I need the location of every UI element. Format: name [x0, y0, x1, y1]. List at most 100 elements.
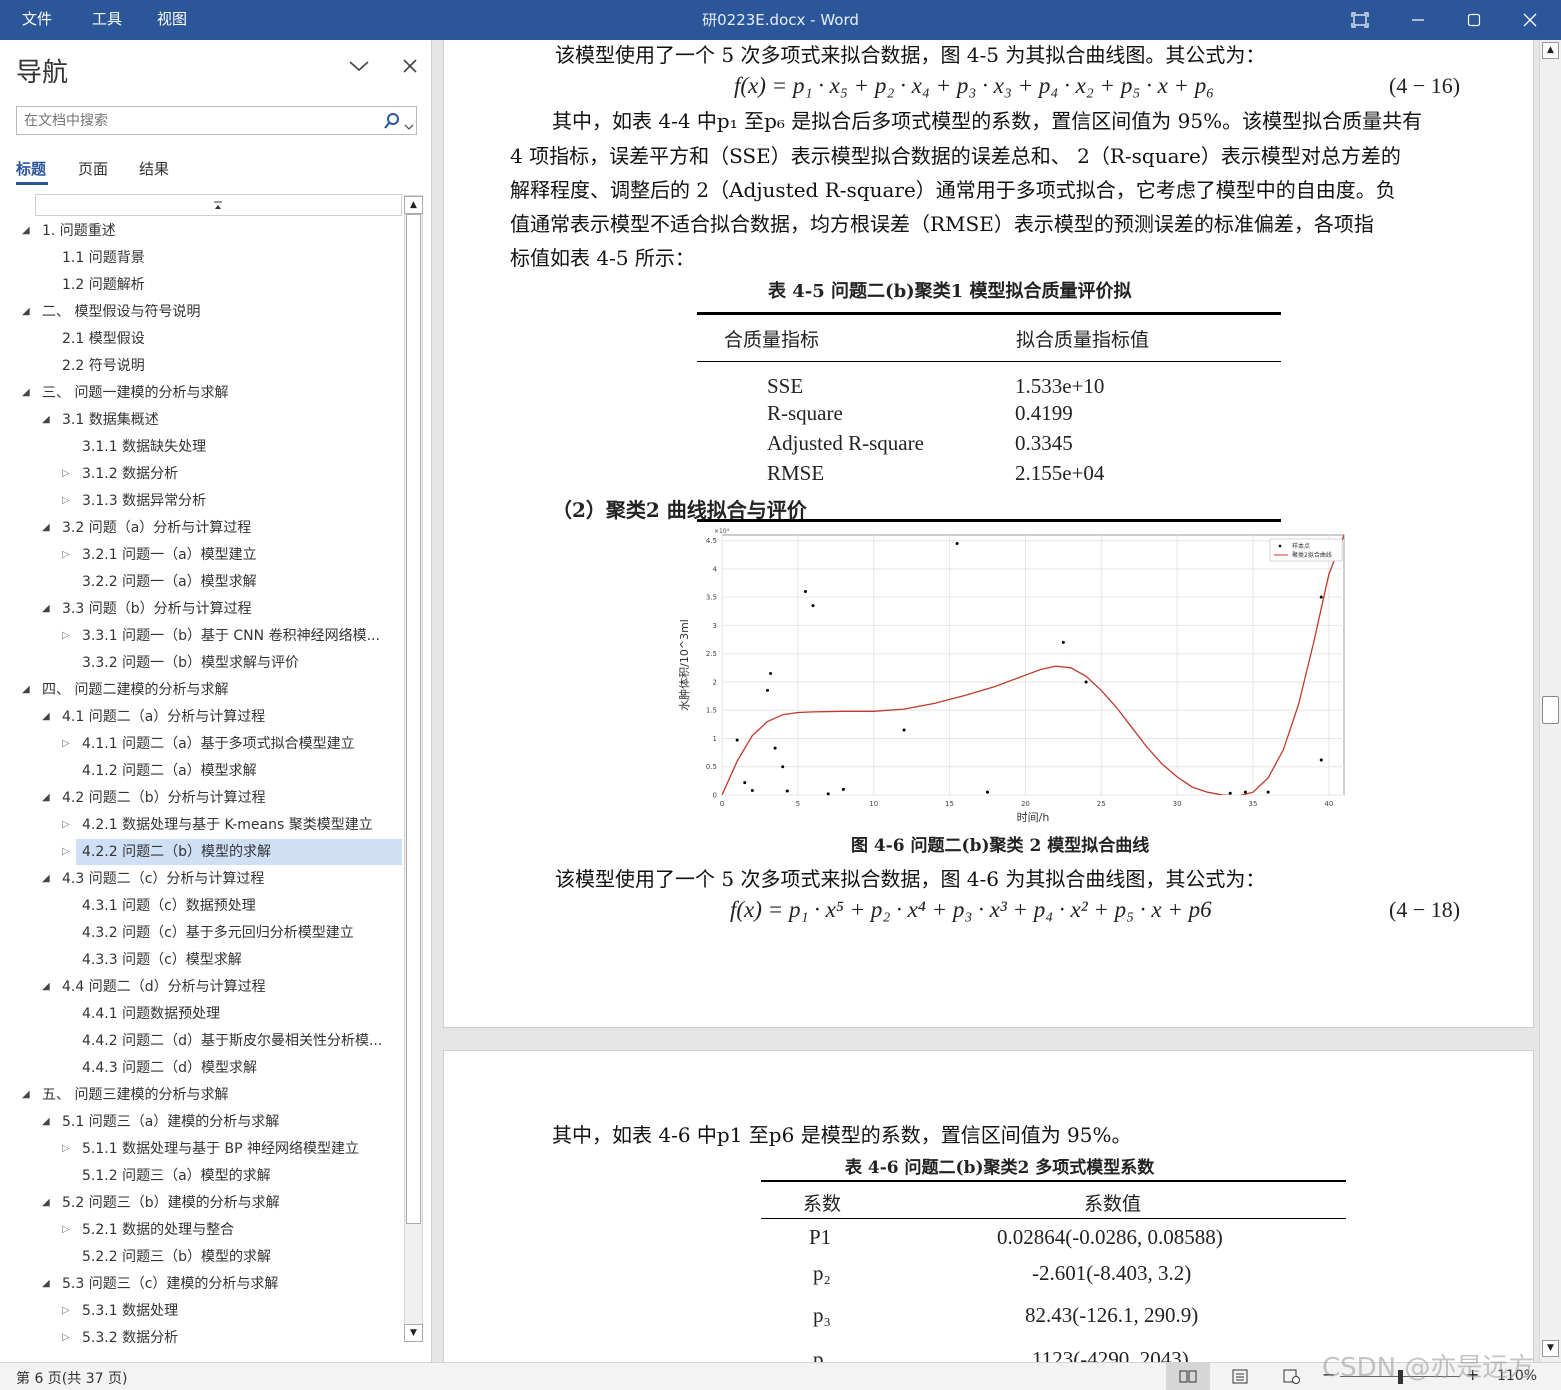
nav-heading-item[interactable]: 4.4.3 问题二（d）模型求解 [82, 1055, 398, 1081]
nav-heading-item[interactable]: 1.2 问题解析 [62, 272, 398, 298]
nav-options-button[interactable] [348, 58, 370, 77]
fullscreen-button[interactable] [1340, 0, 1380, 40]
nav-heading-item[interactable]: 4.4.2 问题二（d）基于斯皮尔曼相关性分析模... [82, 1028, 398, 1054]
expanded-triangle-icon[interactable]: ◢ [42, 1109, 50, 1135]
collapsed-triangle-icon[interactable]: ▷ [62, 623, 70, 649]
nav-heading-item[interactable]: 二、 模型假设与符号说明 [42, 299, 398, 325]
nav-heading-item[interactable]: 4.2.1 数据处理与基于 K-means 聚类模型建立 [82, 812, 398, 838]
nav-heading-item[interactable]: 4.4 问题二（d）分析与计算过程 [62, 974, 398, 1000]
nav-heading-item[interactable]: 3.2.1 问题一（a）模型建立 [82, 542, 398, 568]
close-window-button[interactable] [1510, 0, 1550, 40]
expanded-triangle-icon[interactable]: ◢ [22, 677, 30, 703]
menu-tools[interactable]: 工具 [92, 0, 122, 40]
nav-heading-item[interactable]: 4.4.1 问题数据预处理 [82, 1001, 398, 1027]
nav-heading-item[interactable]: 三、 问题一建模的分析与求解 [42, 380, 398, 406]
search-dropdown-icon[interactable] [404, 116, 414, 135]
nav-close-button[interactable] [402, 58, 418, 78]
nav-heading-item[interactable]: 4.1.2 问题二（a）模型求解 [82, 758, 398, 784]
paragraph-cluster-2[interactable]: 该模型使用了一个 5 次多项式来拟合数据，图 4-6 为其拟合曲线图，其公式为： [555, 863, 1265, 892]
paragraph-intro[interactable]: 该模型使用了一个 5 次多项式来拟合数据，图 4-5 为其拟合曲线图。其公式为： [555, 40, 1265, 68]
collapsed-triangle-icon[interactable]: ▷ [62, 542, 70, 568]
collapsed-triangle-icon[interactable]: ▷ [62, 731, 70, 757]
expanded-triangle-icon[interactable]: ◢ [42, 407, 50, 433]
nav-heading-item[interactable]: 3.3.1 问题一（b）基于 CNN 卷积神经网络模... [82, 623, 398, 649]
paragraph-table-4-6-intro[interactable]: 其中，如表 4-6 中p1 至p6 是模型的系数，置信区间值为 95%。 [552, 1119, 1132, 1148]
expanded-triangle-icon[interactable]: ◢ [42, 866, 50, 892]
menu-file[interactable]: 文件 [22, 0, 52, 40]
paragraph-line-3[interactable]: 解释程度、调整后的 2（Adjusted R-square）通常用于多项式拟合，… [510, 174, 1396, 203]
nav-heading-item[interactable]: 5.1 问题三（a）建模的分析与求解 [62, 1109, 398, 1135]
menu-view[interactable]: 视图 [157, 0, 187, 40]
document-scrollbar[interactable]: ▲ ▼ [1539, 40, 1561, 1362]
paragraph-line-5[interactable]: 标值如表 4-5 所示： [510, 242, 695, 271]
nav-heading-item[interactable]: 5.1.1 数据处理与基于 BP 神经网络模型建立 [82, 1136, 398, 1162]
collapsed-triangle-icon[interactable]: ▷ [62, 812, 70, 838]
read-mode-button[interactable] [1166, 1363, 1210, 1390]
nav-heading-item[interactable]: 3.1.2 数据分析 [82, 461, 398, 487]
collapsed-triangle-icon[interactable]: ▷ [62, 1136, 70, 1162]
nav-heading-item[interactable]: 2.1 模型假设 [62, 326, 398, 352]
search-input[interactable] [17, 107, 367, 134]
nav-heading-item[interactable]: 4.2.2 问题二（b）模型的求解 [76, 839, 402, 865]
collapsed-triangle-icon[interactable]: ▷ [62, 461, 70, 487]
nav-heading-item[interactable]: 5.3 问题三（c）建模的分析与求解 [62, 1271, 398, 1297]
nav-heading-item[interactable]: 4.3.1 问题（c）数据预处理 [82, 893, 398, 919]
tab-headings[interactable]: 标题 [16, 158, 46, 179]
expanded-triangle-icon[interactable]: ◢ [22, 299, 30, 325]
collapsed-triangle-icon[interactable]: ▷ [62, 839, 70, 865]
paragraph-line-4[interactable]: 值通常表示模型不适合拟合数据，均方根误差（RMSE）表示模型的预测误差的标准偏差… [510, 208, 1374, 237]
nav-heading-item[interactable]: 3.3.2 问题一（b）模型求解与评价 [82, 650, 398, 676]
nav-heading-item[interactable]: 4.3 问题二（c）分析与计算过程 [62, 866, 398, 892]
collapsed-triangle-icon[interactable]: ▷ [62, 1298, 70, 1324]
tab-results[interactable]: 结果 [139, 158, 169, 179]
paragraph-line-2[interactable]: 4 项指标，误差平方和（SSE）表示模型拟合数据的误差总和、 2（R-squar… [510, 140, 1401, 169]
nav-heading-item[interactable]: 四、 问题二建模的分析与求解 [42, 677, 398, 703]
nav-scroll-thumb[interactable] [406, 214, 421, 1224]
minimize-button[interactable] [1398, 0, 1438, 40]
nav-heading-item[interactable]: 3.2.2 问题一（a）模型求解 [82, 569, 398, 595]
paragraph-line-1[interactable]: 其中，如表 4-4 中p₁ 至p₆ 是拟合后多项式模型的系数，置信区间值为 95… [552, 105, 1422, 134]
collapsed-triangle-icon[interactable]: ▷ [62, 1325, 70, 1351]
expanded-triangle-icon[interactable]: ◢ [42, 1271, 50, 1297]
equation-4-18[interactable]: f(x) = p₁ · x⁵ + p₂ · x⁴ + p₃ · x³ + p₄ … [730, 897, 1212, 923]
expanded-triangle-icon[interactable]: ◢ [42, 1190, 50, 1216]
web-layout-button[interactable] [1270, 1363, 1314, 1390]
nav-heading-item[interactable]: 4.1 问题二（a）分析与计算过程 [62, 704, 398, 730]
nav-heading-item[interactable]: 3.1.1 数据缺失处理 [82, 434, 398, 460]
nav-heading-item[interactable]: 5.2.1 数据的处理与整合 [82, 1217, 398, 1243]
nav-scroll-up-button[interactable]: ▲ [404, 196, 423, 214]
collapsed-triangle-icon[interactable]: ▷ [62, 488, 70, 514]
nav-heading-item[interactable]: 1. 问题重述 [42, 218, 398, 244]
collapsed-triangle-icon[interactable]: ▷ [62, 1217, 70, 1243]
nav-heading-item[interactable]: 3.2 问题（a）分析与计算过程 [62, 515, 398, 541]
nav-heading-item[interactable]: 4.3.3 问题（c）模型求解 [82, 947, 398, 973]
equation-4-16[interactable]: f(x) = p₁ · x₅ + p₂ · x₄ + p₃ · x₃ + p₄ … [734, 73, 1214, 99]
fit-curve-chart[interactable]: 0 5 10 15 20 25 30 35 40 0 0.5 1 1.5 2 2.5 3 3.5 4 4.5 ×10⁴… [674, 525, 1348, 825]
collapse-all-button[interactable] [35, 194, 402, 216]
expanded-triangle-icon[interactable]: ◢ [22, 218, 30, 244]
nav-heading-item[interactable]: 4.2 问题二（b）分析与计算过程 [62, 785, 398, 811]
nav-heading-item[interactable]: 五、 问题三建模的分析与求解 [42, 1082, 398, 1108]
expanded-triangle-icon[interactable]: ◢ [42, 785, 50, 811]
nav-heading-item[interactable]: 1.1 问题背景 [62, 245, 398, 271]
nav-heading-item[interactable]: 5.3.1 数据处理 [82, 1298, 398, 1324]
expanded-triangle-icon[interactable]: ◢ [22, 1082, 30, 1108]
expanded-triangle-icon[interactable]: ◢ [42, 596, 50, 622]
print-layout-button[interactable] [1218, 1363, 1262, 1390]
maximize-button[interactable] [1454, 0, 1494, 40]
nav-heading-item[interactable]: 4.1.1 问题二（a）基于多项式拟合模型建立 [82, 731, 398, 757]
nav-scroll-down-button[interactable]: ▼ [404, 1324, 423, 1342]
doc-scroll-thumb[interactable] [1542, 696, 1559, 724]
expanded-triangle-icon[interactable]: ◢ [42, 974, 50, 1000]
nav-heading-item[interactable]: 2.2 符号说明 [62, 353, 398, 379]
nav-heading-item[interactable]: 5.2 问题三（b）建模的分析与求解 [62, 1190, 398, 1216]
expanded-triangle-icon[interactable]: ◢ [42, 515, 50, 541]
doc-scroll-down-button[interactable]: ▼ [1542, 1340, 1559, 1357]
nav-heading-item[interactable]: 5.1.2 问题三（a）模型的求解 [82, 1163, 398, 1189]
nav-heading-item[interactable]: 5.3.2 数据分析 [82, 1325, 398, 1351]
expanded-triangle-icon[interactable]: ◢ [22, 380, 30, 406]
nav-heading-item[interactable]: 3.1.3 数据异常分析 [82, 488, 398, 514]
doc-scroll-up-button[interactable]: ▲ [1542, 42, 1559, 59]
nav-heading-item[interactable]: 5.2.2 问题三（b）模型的求解 [82, 1244, 398, 1270]
page-count[interactable]: 第 6 页(共 37 页) [16, 1368, 127, 1388]
